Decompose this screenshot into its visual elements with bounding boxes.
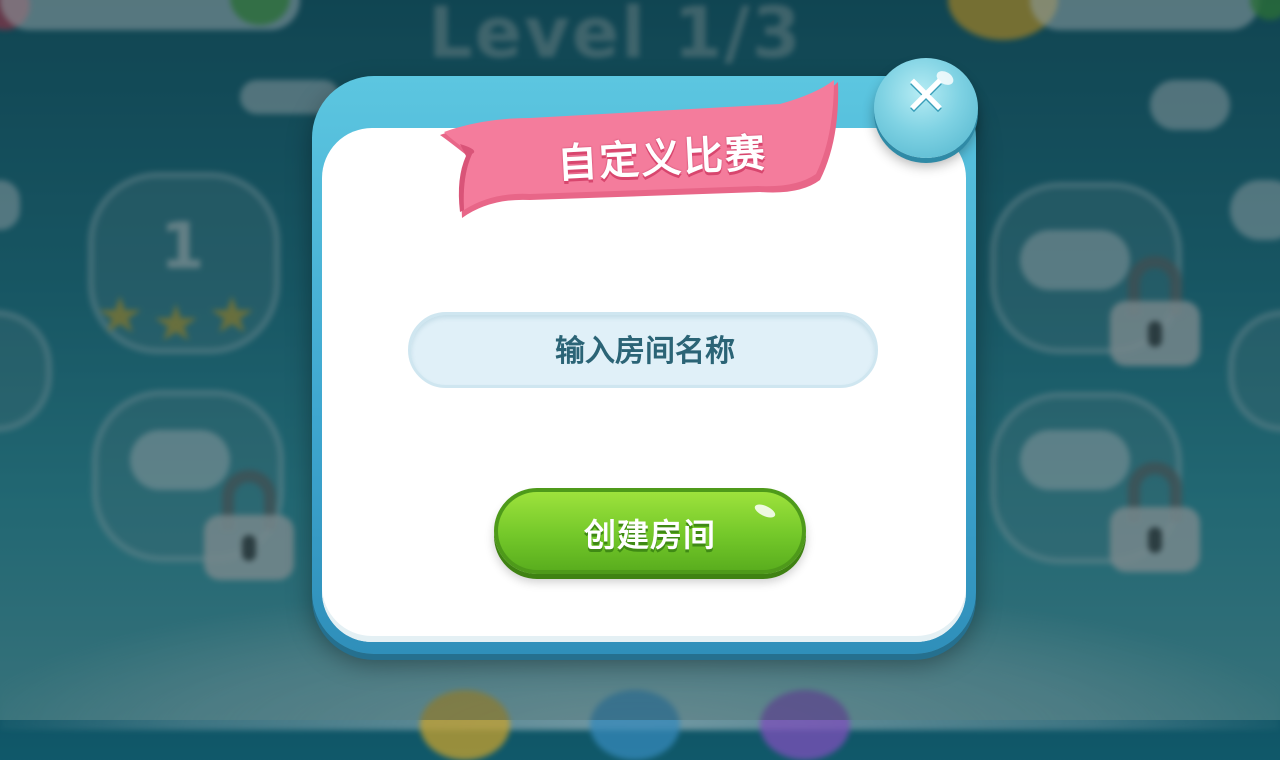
close-button[interactable]: ✕ [874, 58, 978, 158]
close-icon: ✕ [903, 64, 949, 127]
room-name-field[interactable] [408, 312, 879, 388]
create-room-label: 创建房间 [583, 516, 716, 554]
create-room-button[interactable]: 创建房间 [494, 488, 806, 574]
title-ribbon: 自定义比赛 [420, 80, 840, 220]
room-name-input[interactable] [411, 315, 879, 387]
